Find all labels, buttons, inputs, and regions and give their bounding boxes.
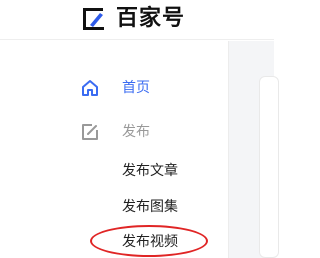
home-icon — [82, 80, 98, 96]
app-page: 百家号 首页 发布 发布文章 发布图集 发布视频 — [0, 0, 279, 258]
sidebar-item-home[interactable]: 首页 — [0, 73, 228, 103]
edit-icon — [82, 124, 98, 140]
sidebar-item-label: 发布 — [122, 124, 150, 140]
submenu-item-publish-article[interactable]: 发布文章 — [114, 158, 214, 184]
baijiahao-logo-icon — [83, 8, 104, 30]
header: 百家号 — [0, 0, 274, 40]
sidebar-item-publish[interactable]: 发布 — [0, 117, 228, 147]
baijiahao-logo[interactable]: 百家号 — [80, 5, 200, 33]
sidebar-item-label: 首页 — [122, 80, 150, 96]
logo-text: 百家号 — [116, 6, 186, 31]
sidebar: 首页 发布 发布文章 发布图集 发布视频 — [0, 41, 228, 258]
submenu-item-publish-video[interactable]: 发布视频 — [114, 229, 214, 255]
submenu-item-publish-gallery[interactable]: 发布图集 — [114, 194, 214, 220]
content-card — [259, 76, 279, 258]
